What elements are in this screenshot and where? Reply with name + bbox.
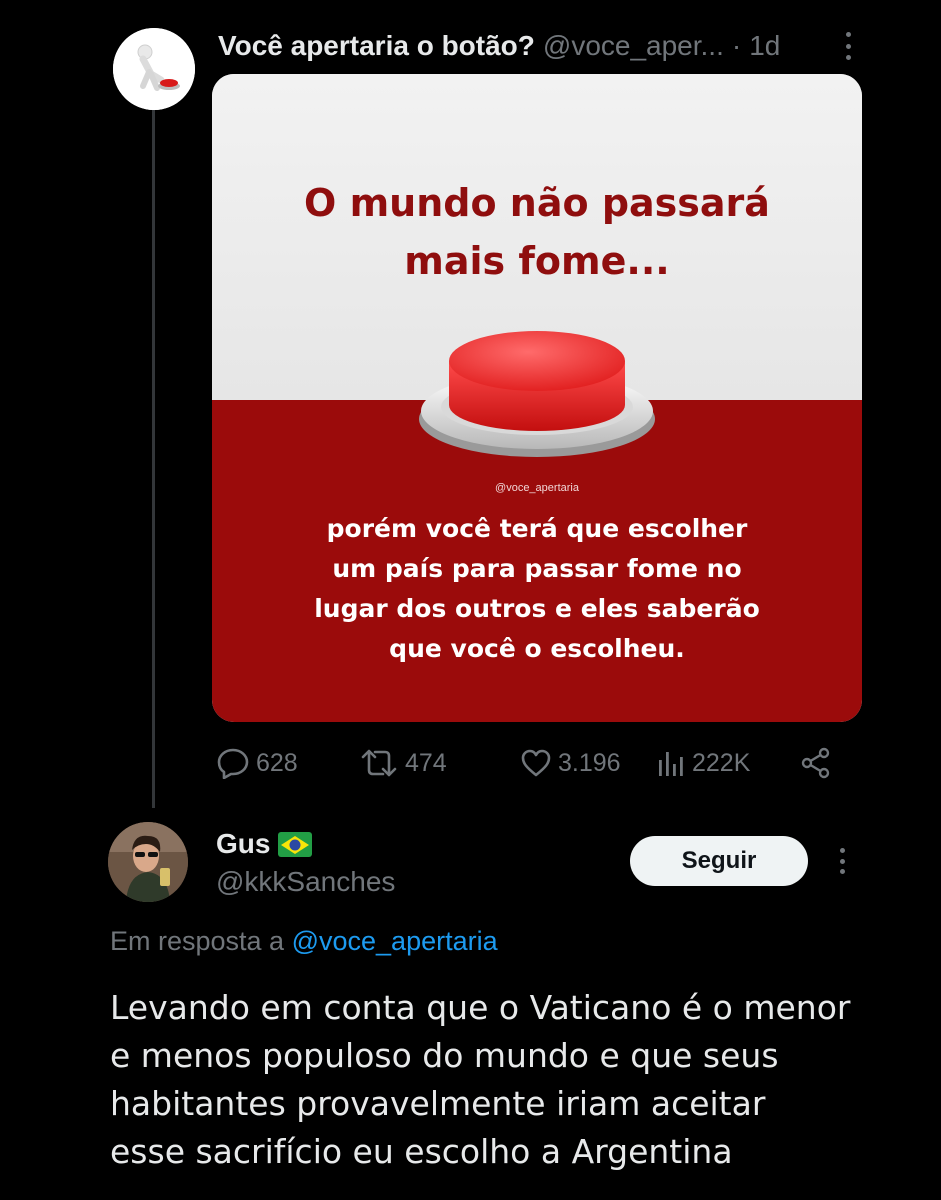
tweet-timestamp[interactable]: 1d [749, 30, 780, 62]
in-reply-to: Em resposta a @voce_apertaria [110, 926, 498, 957]
red-button-icon [419, 331, 655, 457]
heart-icon [521, 749, 551, 777]
brazil-flag-icon [278, 832, 313, 857]
views-action[interactable]: 222K [656, 742, 750, 784]
reply-author-name-row: Gus [216, 828, 313, 860]
share-action[interactable] [800, 742, 832, 784]
image-title-line: O mundo não passará [304, 181, 770, 225]
follow-button[interactable]: Seguir [630, 836, 808, 886]
author-handle[interactable]: @voce_aper... [543, 30, 724, 62]
views-chart-icon [659, 752, 683, 776]
in-reply-prefix: Em resposta a [110, 926, 285, 956]
author-avatar[interactable] [113, 28, 195, 110]
author-name[interactable]: Você apertaria o botão? [218, 30, 535, 62]
reply-count: 628 [256, 748, 298, 777]
header-separator: · [731, 30, 742, 61]
quoted-tweet-header: Você apertaria o botão? @voce_aper... · … [218, 26, 780, 66]
like-count: 3.196 [558, 748, 621, 777]
reply-text-line: Levando em conta que o Vaticano é o meno… [110, 988, 851, 1027]
image-title: O mundo não passará mais fome... [212, 174, 862, 290]
image-caption-line: porém você terá que escolher [326, 514, 748, 543]
view-count: 222K [692, 748, 751, 777]
in-reply-mention-link[interactable]: @voce_apertaria [292, 926, 498, 956]
image-caption-line: um país para passar fome no [332, 554, 742, 583]
image-caption-line: lugar dos outros e eles saberão [314, 594, 760, 623]
image-caption-line: que você o escolheu. [389, 634, 685, 663]
reply-action[interactable]: 628 [216, 742, 298, 784]
reply-text: Levando em conta que o Vaticano é o meno… [110, 984, 880, 1176]
reply-icon [217, 748, 249, 779]
reply-text-line: e menos populoso do mundo e que seus [110, 1036, 779, 1075]
screenshot-frame: Você apertaria o botão? @voce_aper... · … [0, 0, 941, 1200]
retweet-icon [361, 749, 397, 777]
retweet-action[interactable]: 474 [359, 742, 447, 784]
image-caption: porém você terá que escolher um país par… [212, 509, 862, 669]
image-watermark: @voce_apertaria [495, 482, 579, 494]
share-icon [801, 747, 830, 779]
tweet-image[interactable]: O mundo não passará mais fome... @voce_a… [212, 74, 862, 722]
retweet-count: 474 [405, 748, 447, 777]
more-options-icon[interactable] [838, 28, 858, 64]
person-pressing-button-icon [113, 28, 195, 110]
image-title-line: mais fome... [404, 239, 670, 283]
reply-text-line: esse sacrifício eu escolho a Argentina [110, 1132, 733, 1171]
thread-connector-line [152, 108, 155, 808]
reply-text-line: habitantes provavelmente iriam aceitar [110, 1084, 766, 1123]
more-options-icon[interactable] [834, 846, 850, 876]
reply-author-avatar[interactable] [108, 822, 188, 902]
reply-author-handle[interactable]: @kkkSanches [216, 866, 395, 898]
like-action[interactable]: 3.196 [520, 742, 621, 784]
user-photo-icon [108, 822, 188, 902]
tweet-action-bar: 628 474 3.196 222K [214, 742, 834, 784]
reply-author-name[interactable]: Gus [216, 828, 270, 860]
